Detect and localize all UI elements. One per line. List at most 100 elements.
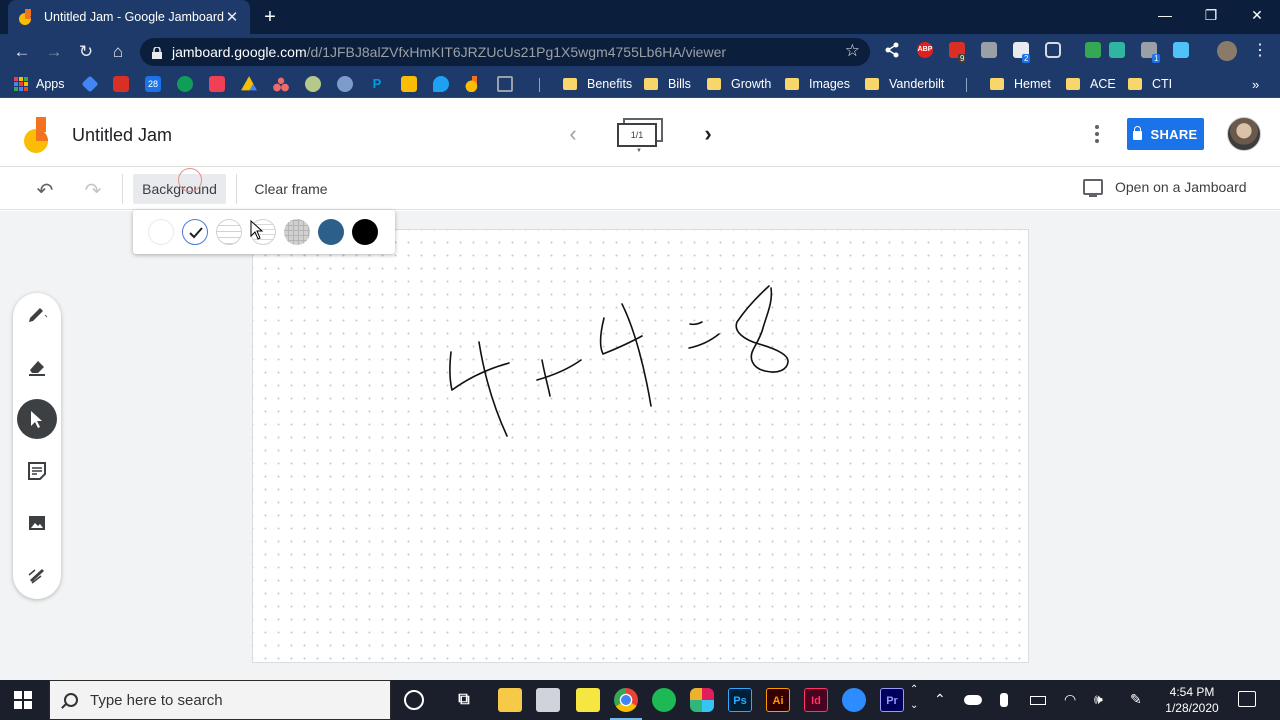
illustrator-icon[interactable]: Ai: [766, 688, 790, 712]
click-indicator: [178, 168, 202, 192]
window-minimize-button[interactable]: —: [1142, 0, 1188, 30]
camera-extension-icon[interactable]: [981, 42, 997, 58]
adblock-plus-icon[interactable]: ABP: [917, 42, 933, 58]
clear-frame-button[interactable]: Clear frame: [244, 174, 338, 204]
spotify-icon[interactable]: [652, 688, 676, 712]
image-tool[interactable]: [17, 503, 57, 543]
next-frame-icon[interactable]: ›: [697, 121, 719, 147]
address-bar[interactable]: jamboard.google.com/d/1JFBJ8alZVfxHmKIT6…: [140, 38, 870, 66]
task-view-icon[interactable]: ⧉: [452, 688, 476, 712]
chrome-icon[interactable]: [610, 688, 642, 720]
mail-icon[interactable]: [536, 688, 560, 712]
bookmark-star-icon[interactable]: ☆: [845, 41, 860, 61]
slack-icon[interactable]: [690, 688, 714, 712]
microphone-icon[interactable]: [1000, 693, 1008, 707]
bookmark-folder-vanderbilt[interactable]: Vanderbilt: [865, 76, 944, 92]
bookmark-hangouts[interactable]: [177, 76, 193, 92]
bookmark-twitter[interactable]: [433, 76, 449, 92]
apps-bookmark[interactable]: Apps: [14, 76, 65, 92]
bookmark-drive[interactable]: [241, 76, 257, 92]
bookmarks-overflow-icon[interactable]: »: [1252, 76, 1259, 92]
window-close-button[interactable]: ✕: [1234, 0, 1280, 30]
cortana-icon[interactable]: [404, 690, 424, 710]
zoom-icon[interactable]: [842, 688, 866, 712]
browser-menu-icon[interactable]: ⋮: [1252, 43, 1268, 59]
sticky-note-tool[interactable]: [17, 451, 57, 491]
frame-bar-toggle[interactable]: 1/1 ▼: [617, 118, 663, 154]
jam-title[interactable]: Untitled Jam: [72, 125, 172, 146]
show-hidden-icons-icon[interactable]: ⌃: [934, 691, 946, 708]
background-dots-option[interactable]: [182, 219, 208, 245]
background-blue-option[interactable]: [318, 219, 344, 245]
profile-avatar[interactable]: [1217, 41, 1237, 61]
windows-start-icon[interactable]: [14, 691, 32, 709]
mouse-cursor-icon: [250, 220, 264, 240]
taskbar-scroll-icon[interactable]: ⌃ ⌄: [910, 682, 918, 714]
background-gray-grid-option[interactable]: [284, 219, 310, 245]
extension-share-icon[interactable]: [884, 42, 900, 58]
extension-green-icon[interactable]: [1109, 42, 1125, 58]
new-tab-button[interactable]: +: [258, 5, 282, 29]
bookmark-pocket[interactable]: [209, 76, 225, 92]
premiere-icon[interactable]: Pr: [880, 688, 904, 712]
onedrive-icon[interactable]: [964, 695, 982, 705]
background-blank-option[interactable]: [148, 219, 174, 245]
eraser-tool[interactable]: [17, 347, 57, 387]
file-explorer-icon[interactable]: [498, 688, 522, 712]
bookmark-folder-growth[interactable]: Growth: [707, 76, 771, 92]
open-on-jamboard-button[interactable]: Open on a Jamboard: [1083, 179, 1247, 197]
tab-close-icon[interactable]: ✕: [224, 8, 240, 26]
bookmark-folder-benefits[interactable]: Benefits: [563, 76, 632, 92]
background-black-option[interactable]: [352, 219, 378, 245]
bookmarks-bar: Apps 28 P Benefits Bills Growth Images V…: [0, 70, 1280, 98]
bookmark-asana[interactable]: [273, 76, 289, 92]
indesign-icon[interactable]: Id: [804, 688, 828, 712]
bookmark-cloud[interactable]: [305, 76, 321, 92]
bookmark-gmail[interactable]: [113, 76, 129, 92]
laser-tool[interactable]: [17, 555, 57, 595]
jamboard-logo-icon[interactable]: [24, 117, 50, 153]
bookmark-jamboard[interactable]: [465, 76, 481, 92]
window-restore-button[interactable]: ❐: [1188, 0, 1234, 30]
bookmark-folder-bills[interactable]: Bills: [644, 76, 691, 92]
select-tool[interactable]: [17, 399, 57, 439]
previous-frame-icon[interactable]: ‹: [562, 121, 584, 147]
home-icon[interactable]: ⌂: [106, 40, 130, 64]
battery-icon[interactable]: [1030, 696, 1046, 705]
bookmark-keep[interactable]: [401, 76, 417, 92]
ink-equals-top: [689, 321, 703, 326]
bookmark-folder-images[interactable]: Images: [785, 76, 850, 92]
forward-arrow-icon[interactable]: →: [42, 40, 66, 64]
bookmark-calendar[interactable]: 28: [145, 76, 161, 92]
undo-icon[interactable]: ↶: [33, 178, 57, 203]
bookmark-globe[interactable]: [337, 76, 353, 92]
bookmark-folder-ace[interactable]: ACE: [1066, 76, 1116, 92]
bookmark-folder-hemet[interactable]: Hemet: [990, 76, 1051, 92]
more-options-icon[interactable]: [1087, 123, 1107, 145]
reload-icon[interactable]: ↻: [74, 40, 98, 64]
browser-tab-active[interactable]: Untitled Jam - Google Jamboard ✕: [8, 0, 250, 34]
sticky-notes-icon[interactable]: [576, 688, 600, 712]
bookmark-folder-cti[interactable]: CTI: [1128, 76, 1172, 92]
wifi-icon[interactable]: ◠: [1064, 691, 1076, 708]
user-avatar[interactable]: [1227, 117, 1261, 151]
taskbar-search-input[interactable]: Type here to search: [49, 680, 391, 720]
back-arrow-icon[interactable]: ←: [10, 40, 34, 64]
background-lines-option[interactable]: [216, 219, 242, 245]
pocket-icon[interactable]: [1045, 42, 1061, 58]
notifications-icon[interactable]: [1238, 691, 1256, 707]
system-clock[interactable]: 4:54 PM 1/28/2020: [1156, 684, 1228, 716]
pen-workspace-icon[interactable]: ✎: [1130, 691, 1142, 708]
redo-icon[interactable]: ↷: [81, 178, 105, 203]
volume-icon[interactable]: 🕪: [1094, 691, 1103, 708]
bookmark-paypal[interactable]: P: [369, 76, 385, 92]
extension-bell-icon[interactable]: [1173, 42, 1189, 58]
pen-tool[interactable]: [17, 295, 57, 335]
photoshop-icon[interactable]: Ps: [728, 688, 752, 712]
bookmark-blue-diamond[interactable]: [81, 75, 99, 93]
extension-pen-icon[interactable]: [1085, 42, 1101, 58]
whiteboard-canvas[interactable]: [252, 229, 1029, 663]
bookmark-cart[interactable]: [497, 76, 513, 92]
bookmark-separator: [539, 78, 540, 92]
share-button[interactable]: SHARE: [1127, 118, 1204, 150]
